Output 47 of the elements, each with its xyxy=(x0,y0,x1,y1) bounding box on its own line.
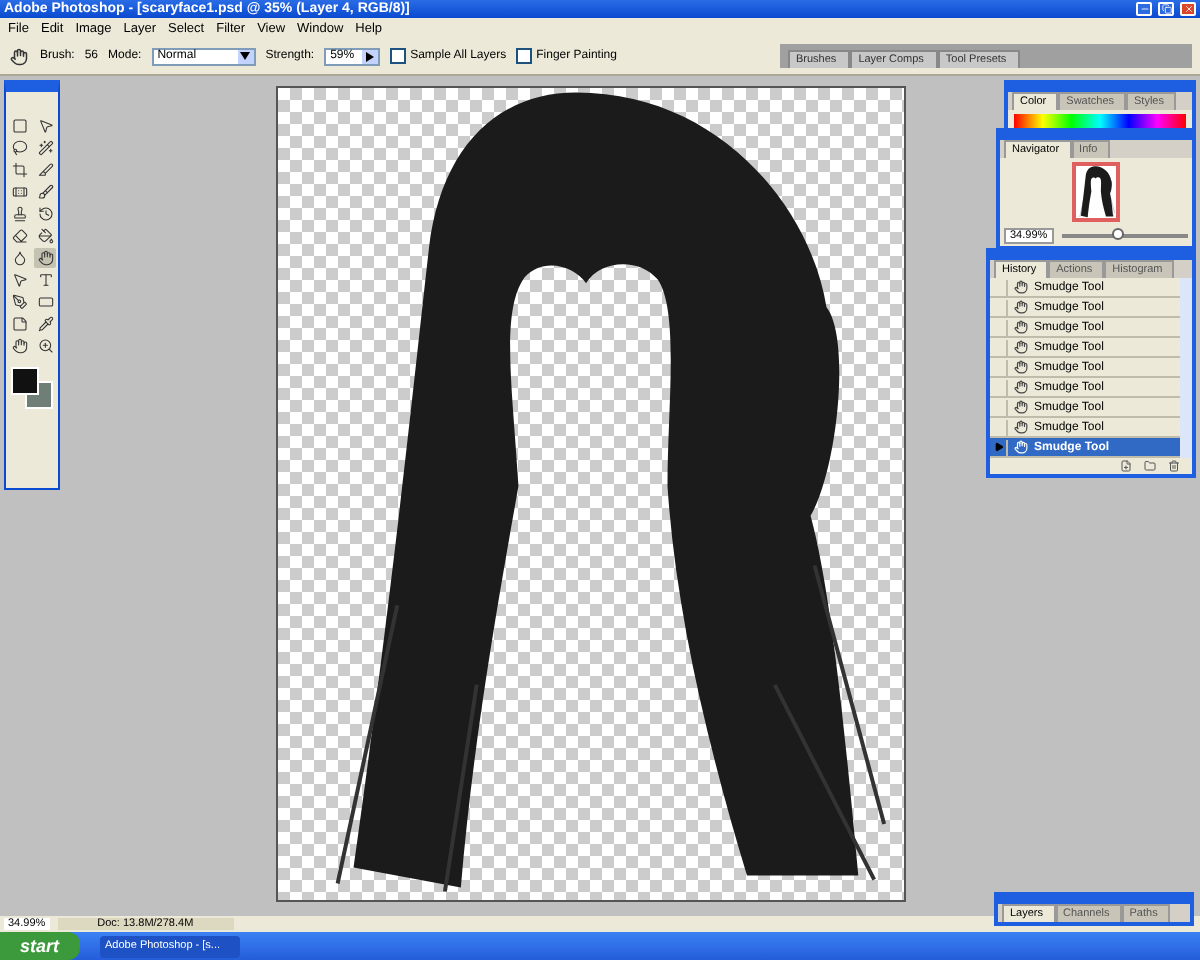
lasso-icon[interactable] xyxy=(8,138,30,158)
type-icon[interactable] xyxy=(34,270,56,290)
note-icon[interactable] xyxy=(8,314,30,334)
finger-icon[interactable] xyxy=(34,248,56,268)
knife-icon[interactable] xyxy=(34,160,56,180)
slider-thumb[interactable] xyxy=(1112,228,1125,240)
stamp-icon[interactable] xyxy=(8,204,30,224)
eyedropper-icon[interactable] xyxy=(34,314,56,334)
finger-icon xyxy=(1014,300,1028,314)
trash-icon[interactable] xyxy=(1168,460,1180,472)
history-brush-icon[interactable] xyxy=(34,204,56,224)
finger-icon[interactable] xyxy=(8,46,30,66)
color-swatches-icon[interactable] xyxy=(8,364,56,412)
zoom-icon[interactable] xyxy=(34,336,56,356)
hand-icon[interactable] xyxy=(8,336,30,356)
finger-icon xyxy=(1014,340,1028,354)
wand-icon[interactable] xyxy=(34,138,56,158)
caret-right-icon xyxy=(366,51,375,61)
play-icon xyxy=(993,442,1003,452)
scrollbar[interactable] xyxy=(1180,278,1192,458)
bandage-icon[interactable] xyxy=(8,182,30,202)
new-document-icon[interactable] xyxy=(1120,460,1132,472)
pen-icon[interactable] xyxy=(8,292,30,312)
finger-icon xyxy=(1014,420,1028,434)
restore-icon xyxy=(1161,4,1171,14)
finger-icon xyxy=(1014,280,1028,294)
minimize-button[interactable] xyxy=(1136,2,1152,16)
close-button[interactable] xyxy=(1180,2,1196,16)
pointer-icon[interactable] xyxy=(8,270,30,290)
checkbox[interactable] xyxy=(390,48,407,64)
finger-icon xyxy=(1014,400,1028,414)
crop-icon[interactable] xyxy=(8,160,30,180)
start-button[interactable]: start xyxy=(0,932,80,960)
folder-icon[interactable] xyxy=(1144,460,1156,472)
brush-icon[interactable] xyxy=(34,182,56,202)
bucket-icon[interactable] xyxy=(34,226,56,246)
eraser-icon[interactable] xyxy=(8,226,30,246)
finger-icon xyxy=(1014,320,1028,334)
finger-icon xyxy=(1014,380,1028,394)
rectangle-icon[interactable] xyxy=(34,292,56,312)
finger-icon xyxy=(1014,440,1028,454)
caret-down-icon xyxy=(240,52,251,60)
finger-icon xyxy=(1014,360,1028,374)
checkbox[interactable] xyxy=(516,48,533,64)
arrow-icon[interactable] xyxy=(34,116,56,136)
minimize-icon xyxy=(1139,4,1149,14)
restore-button[interactable] xyxy=(1158,2,1174,16)
